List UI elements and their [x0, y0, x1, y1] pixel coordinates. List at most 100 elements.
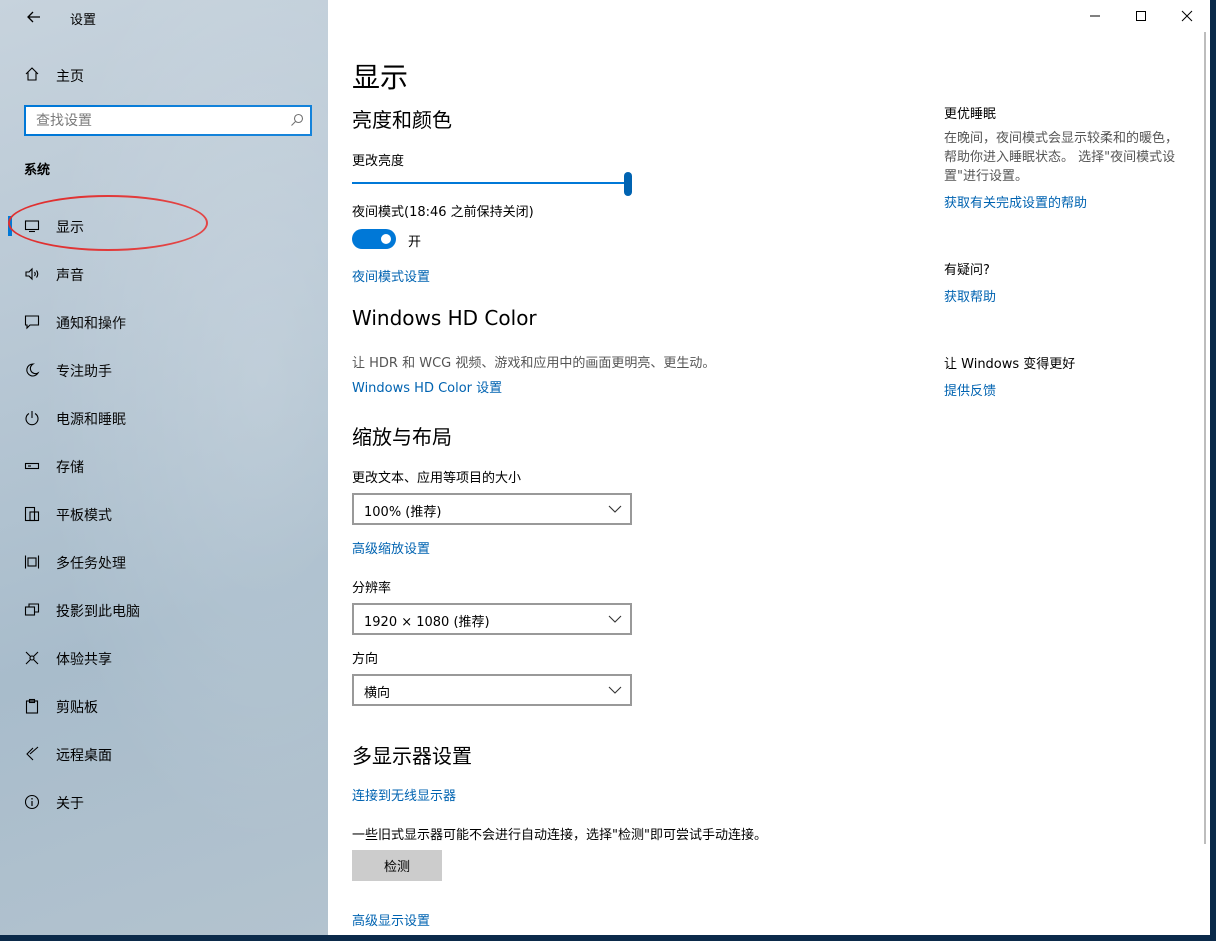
night-mode-toggle[interactable]: [352, 229, 396, 249]
heading-brightness-color: 亮度和颜色: [352, 108, 452, 132]
settings-window: 设置 主页 系统 显示 声音 通知和操作 专注: [0, 0, 1210, 935]
sidebar-item-tablet[interactable]: 平板模式: [0, 490, 328, 538]
minimize-button[interactable]: [1072, 0, 1118, 32]
resolution-dropdown[interactable]: 1920 × 1080 (推荐): [352, 603, 632, 635]
nav-home-label: 主页: [56, 69, 84, 85]
detect-note: 一些旧式显示器可能不会进行自动连接，选择"检测"即可尝试手动连接。: [352, 828, 767, 843]
toggle-knob: [381, 234, 391, 244]
scale-size-label: 更改文本、应用等项目的大小: [352, 471, 522, 486]
close-icon: [1181, 10, 1193, 22]
sidebar-item-label: 存储: [56, 460, 84, 476]
detect-button[interactable]: 检测: [352, 850, 442, 881]
page-title: 显示: [352, 61, 409, 94]
scale-dropdown-value: 100% (推荐): [364, 505, 442, 520]
get-help-link[interactable]: 获取帮助: [944, 286, 996, 305]
sidebar-item-notifications[interactable]: 通知和操作: [0, 298, 328, 346]
app-title: 设置: [70, 13, 97, 28]
close-button[interactable]: [1164, 0, 1210, 32]
tablet-icon: [24, 506, 40, 522]
sidebar-item-label: 平板模式: [56, 508, 112, 524]
sidebar-item-power[interactable]: 电源和睡眠: [0, 394, 328, 442]
sidebar-item-sound[interactable]: 声音: [0, 250, 328, 298]
share-icon: [25, 651, 39, 665]
resolution-label: 分辨率: [352, 581, 392, 596]
sleep-help-link[interactable]: 获取有关完成设置的帮助: [944, 192, 1087, 211]
heading-hd-color: Windows HD Color: [352, 306, 537, 330]
sidebar-item-label: 关于: [56, 796, 84, 812]
section-label-system: 系统: [24, 163, 51, 178]
brightness-slider[interactable]: [352, 172, 632, 196]
minimize-icon: [1090, 15, 1100, 17]
sidebar-item-label: 通知和操作: [56, 316, 126, 332]
sidebar-item-label: 投影到此电脑: [56, 604, 140, 620]
sleep-text: 在晚间，夜间模式会显示较柔和的暖色，帮助你进入睡眠状态。 选择"夜间模式设置"进…: [944, 131, 1179, 184]
sidebar-item-label: 远程桌面: [56, 748, 112, 764]
storage-icon: [24, 462, 40, 470]
sidebar-item-remote-desktop[interactable]: 远程桌面: [0, 730, 328, 778]
maximize-icon: [1136, 11, 1146, 21]
wireless-display-link[interactable]: 连接到无线显示器: [352, 785, 456, 804]
feedback-link[interactable]: 提供反馈: [944, 380, 996, 399]
search-icon[interactable]: [290, 113, 304, 127]
monitor-icon: [24, 220, 40, 233]
project-icon: [24, 603, 40, 616]
sidebar-item-shared-experiences[interactable]: 体验共享: [0, 634, 328, 682]
sidebar-item-clipboard[interactable]: 剪贴板: [0, 682, 328, 730]
advanced-display-link[interactable]: 高级显示设置: [352, 910, 430, 929]
night-mode-state: 开: [408, 235, 422, 250]
night-mode-settings-link[interactable]: 夜间模式设置: [352, 266, 430, 285]
sidebar-item-about[interactable]: 关于: [0, 778, 328, 826]
sidebar-item-label: 显示: [56, 220, 84, 236]
nav-list: 显示 声音 通知和操作 专注助手 电源和睡眠 存储 平板模式 多任务处理 投影到…: [0, 202, 328, 826]
question-heading: 有疑问?: [944, 263, 990, 278]
clipboard-icon: [25, 698, 39, 714]
sidebar-item-project[interactable]: 投影到此电脑: [0, 586, 328, 634]
back-arrow-icon: [27, 11, 40, 23]
multitask-icon: [24, 555, 40, 569]
back-button[interactable]: [16, 4, 52, 30]
home-icon: [25, 67, 39, 81]
sidebar-item-label: 电源和睡眠: [56, 412, 126, 428]
sidebar-item-label: 剪贴板: [56, 700, 98, 716]
sidebar: 设置 主页 系统 显示 声音 通知和操作 专注: [0, 0, 328, 935]
hd-color-settings-link[interactable]: Windows HD Color 设置: [352, 377, 502, 396]
maximize-button[interactable]: [1118, 0, 1164, 32]
hd-color-description: 让 HDR 和 WCG 视频、游戏和应用中的画面更明亮、更生动。: [352, 356, 716, 371]
sidebar-item-storage[interactable]: 存储: [0, 442, 328, 490]
chevron-down-icon: [608, 615, 622, 623]
heading-multiple-displays: 多显示器设置: [352, 744, 472, 768]
improve-heading: 让 Windows 变得更好: [944, 357, 1076, 372]
orientation-dropdown-value: 横向: [364, 686, 391, 701]
sidebar-item-label: 体验共享: [56, 652, 112, 668]
advanced-scaling-link[interactable]: 高级缩放设置: [352, 538, 430, 557]
search-input[interactable]: [36, 111, 286, 131]
caption-buttons: [1072, 0, 1210, 32]
chevron-down-icon: [608, 686, 622, 694]
search-box[interactable]: [24, 105, 312, 136]
speaker-icon: [25, 267, 39, 281]
moon-icon: [26, 363, 40, 377]
resolution-dropdown-value: 1920 × 1080 (推荐): [364, 615, 490, 630]
scale-dropdown[interactable]: 100% (推荐): [352, 493, 632, 525]
brightness-label: 更改亮度: [352, 154, 405, 169]
message-icon: [24, 315, 40, 330]
sidebar-item-label: 声音: [56, 268, 84, 284]
sidebar-item-label: 多任务处理: [56, 556, 126, 572]
sidebar-item-multitasking[interactable]: 多任务处理: [0, 538, 328, 586]
sidebar-item-display[interactable]: 显示: [0, 202, 328, 250]
main-content: 显示 亮度和颜色 更改亮度 夜间模式(18:46 之前保持关闭) 开 夜间模式设…: [328, 0, 1210, 935]
night-mode-label: 夜间模式(18:46 之前保持关闭): [352, 205, 534, 220]
heading-scale-layout: 缩放与布局: [352, 425, 452, 449]
sidebar-item-label: 专注助手: [56, 364, 112, 380]
orientation-label: 方向: [352, 652, 379, 667]
sleep-heading: 更优睡眠: [944, 107, 997, 122]
remote-icon: [26, 746, 39, 761]
scrollbar[interactable]: [1204, 32, 1206, 844]
nav-home[interactable]: 主页: [0, 58, 328, 92]
power-icon: [25, 411, 39, 426]
orientation-dropdown[interactable]: 横向: [352, 674, 632, 706]
slider-thumb[interactable]: [624, 172, 632, 196]
sidebar-item-focus-assist[interactable]: 专注助手: [0, 346, 328, 394]
chevron-down-icon: [608, 505, 622, 513]
info-icon: [24, 794, 40, 810]
